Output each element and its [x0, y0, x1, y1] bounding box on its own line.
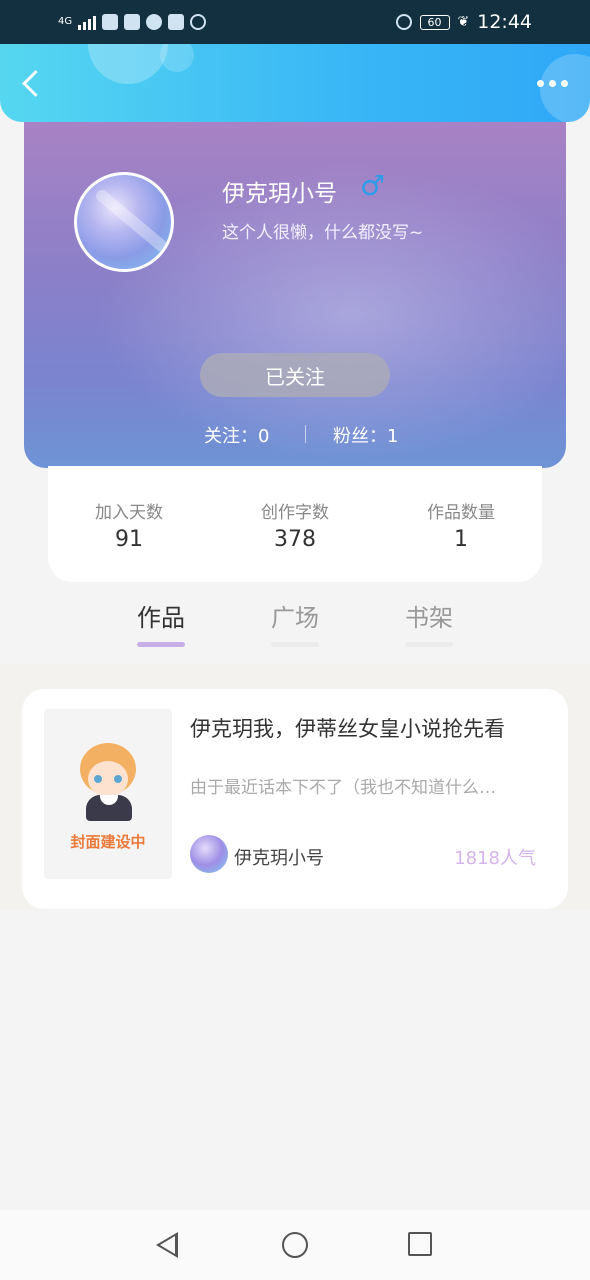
stat-value: 91: [115, 527, 143, 552]
nav-back-icon[interactable]: [156, 1232, 178, 1258]
stat-join-days: 加入天数 91: [54, 498, 204, 552]
tab-label: 作品: [137, 604, 185, 632]
stats-card: 加入天数 91 创作字数 378 作品数量 1: [48, 466, 542, 582]
status-icons-right: 60 ❦ 12:44: [395, 11, 532, 33]
work-card[interactable]: 封面建设中 伊克玥我，伊蒂丝女皇小说抢先看 由于最近话本下不了（我也不知道什么……: [22, 689, 568, 909]
stat-works-count: 作品数量 1: [386, 498, 536, 552]
back-chevron-icon[interactable]: [18, 68, 48, 100]
battery-icon: 60: [419, 14, 450, 30]
tab-label: 书架: [405, 604, 453, 632]
follow-button[interactable]: 已关注: [200, 353, 390, 397]
work-title[interactable]: 伊克玥我，伊蒂丝女皇小说抢先看: [190, 713, 505, 743]
content-tabs: 作品 广场 书架: [0, 598, 590, 658]
signal-icon: [78, 14, 97, 30]
more-dots-icon[interactable]: [537, 80, 568, 87]
book-cover[interactable]: 封面建设中: [44, 709, 172, 879]
male-gender-icon: ♂: [360, 169, 386, 202]
nav-home-icon[interactable]: [282, 1232, 308, 1258]
author-avatar[interactable]: [190, 835, 228, 873]
leaf-icon: ❦: [457, 14, 470, 30]
network-type: 4G: [58, 16, 73, 27]
header-bar: [0, 44, 590, 122]
decorative-bubble: [88, 44, 168, 84]
fans-count[interactable]: 粉丝：1: [333, 422, 398, 448]
hd-call-icon: [395, 14, 412, 30]
decorative-bubble: [540, 54, 590, 122]
status-bar: 4G 60 ❦ 12:44: [0, 0, 590, 44]
tab-bookshelf[interactable]: 书架: [389, 598, 469, 647]
bio-text: 这个人很懒，什么都没写~: [222, 223, 424, 243]
stat-value: 1: [454, 527, 468, 552]
nav-recents-icon[interactable]: [408, 1232, 432, 1256]
author-name[interactable]: 伊克玥小号: [234, 844, 324, 870]
cloud-icon: [168, 14, 185, 30]
tab-label: 广场: [271, 604, 319, 632]
avatar[interactable]: [74, 172, 174, 272]
bird-app-icon: [124, 14, 141, 30]
popularity-count: 1818人气: [454, 848, 536, 869]
status-icons-left: 4G: [58, 14, 207, 30]
music-app-icon: [102, 14, 119, 30]
tab-plaza[interactable]: 广场: [255, 598, 335, 647]
system-nav-bar: [0, 1210, 590, 1280]
stat-label: 作品数量: [427, 503, 495, 523]
tab-indicator: [137, 642, 185, 647]
status-time: 12:44: [477, 11, 532, 33]
cover-character-eyes: [94, 775, 122, 783]
tab-indicator: [271, 642, 319, 647]
decorative-bubble: [160, 44, 194, 72]
stats-divider: [305, 425, 306, 443]
stat-value: 378: [274, 527, 316, 552]
stat-label: 加入天数: [95, 503, 163, 523]
loading-icon: [190, 14, 207, 30]
cover-placeholder-text: 封面建设中: [70, 833, 146, 851]
work-description: 由于最近话本下不了（我也不知道什么…: [190, 778, 496, 798]
tab-indicator: [405, 642, 453, 647]
username: 伊克玥小号: [222, 181, 337, 207]
following-count[interactable]: 关注：0: [204, 422, 269, 448]
message-icon: [146, 14, 163, 30]
follow-stats: 关注：0 粉丝：1: [24, 422, 566, 448]
stat-label: 创作字数: [261, 503, 329, 523]
tab-works[interactable]: 作品: [121, 598, 201, 647]
profile-card: 伊克玥小号 ♂ 这个人很懒，什么都没写~ 已关注 关注：0 粉丝：1: [24, 122, 566, 468]
stat-word-count: 创作字数 378: [220, 498, 370, 552]
